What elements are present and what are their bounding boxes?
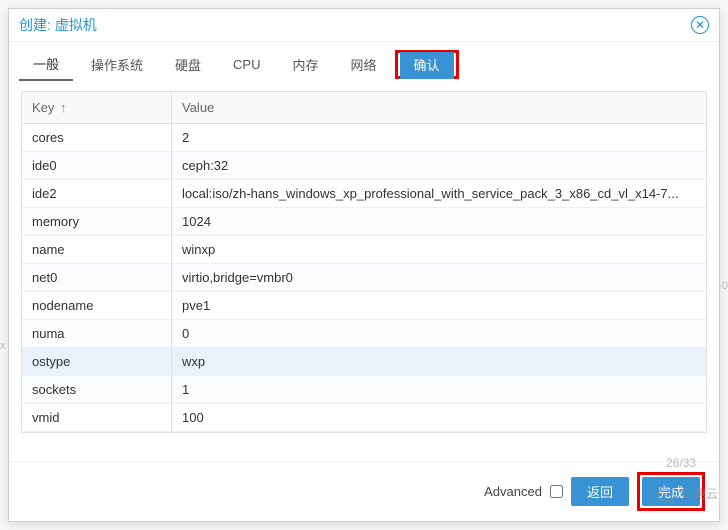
cell-key: nodename	[22, 292, 172, 319]
tab-network[interactable]: 网络	[337, 49, 391, 80]
back-button[interactable]: 返回	[571, 477, 629, 506]
cell-key: ostype	[22, 348, 172, 375]
summary-grid-wrapper: Key ↑ Value cores2ide0ceph:32ide2local:i…	[9, 81, 719, 461]
close-icon[interactable]: ✕	[691, 16, 709, 34]
cell-value: wxp	[172, 348, 706, 375]
page-indicator: 26/33	[666, 456, 696, 470]
table-row[interactable]: ide0ceph:32	[22, 152, 706, 180]
tab-memory[interactable]: 内存	[279, 49, 333, 80]
tab-general[interactable]: 一般	[19, 48, 73, 81]
grid-header-key-label: Key	[32, 100, 54, 115]
create-vm-modal: 创建: 虚拟机 ✕ 一般 操作系统 硬盘 CPU 内存 网络 确认 Key ↑ …	[8, 8, 720, 522]
modal-header: 创建: 虚拟机 ✕	[9, 9, 719, 42]
table-row[interactable]: memory1024	[22, 208, 706, 236]
cell-value: winxp	[172, 236, 706, 263]
finish-button[interactable]: 完成	[642, 477, 700, 506]
cell-value: 2	[172, 124, 706, 151]
modal-title: 创建: 虚拟机	[19, 15, 97, 35]
tab-confirm[interactable]: 确认	[400, 52, 454, 79]
table-row[interactable]: namewinxp	[22, 236, 706, 264]
summary-grid: Key ↑ Value cores2ide0ceph:32ide2local:i…	[21, 91, 707, 433]
cell-value: 100	[172, 404, 706, 431]
table-row[interactable]: ide2local:iso/zh-hans_windows_xp_profess…	[22, 180, 706, 208]
cell-key: ide0	[22, 152, 172, 179]
modal-footer: Advanced 返回 完成	[9, 461, 719, 521]
cell-key: net0	[22, 264, 172, 291]
cell-key: sockets	[22, 376, 172, 403]
cell-value: 1024	[172, 208, 706, 235]
cell-key: numa	[22, 320, 172, 347]
cell-key: name	[22, 236, 172, 263]
cell-key: memory	[22, 208, 172, 235]
table-row[interactable]: numa0	[22, 320, 706, 348]
cell-value: ceph:32	[172, 152, 706, 179]
table-row[interactable]: nodenamepve1	[22, 292, 706, 320]
table-row[interactable]: sockets1	[22, 376, 706, 404]
grid-header: Key ↑ Value	[22, 92, 706, 124]
cell-value: virtio,bridge=vmbr0	[172, 264, 706, 291]
cell-value: 0	[172, 320, 706, 347]
grid-header-key[interactable]: Key ↑	[22, 92, 172, 123]
table-row[interactable]: ostypewxp	[22, 348, 706, 376]
cell-value: pve1	[172, 292, 706, 319]
advanced-checkbox[interactable]	[550, 485, 563, 498]
tab-cpu[interactable]: CPU	[219, 51, 274, 78]
sort-ascending-icon: ↑	[60, 100, 67, 115]
tab-os[interactable]: 操作系统	[77, 49, 157, 80]
background-fragment-left: x	[0, 340, 6, 352]
grid-header-value[interactable]: Value	[172, 92, 706, 123]
cell-value: local:iso/zh-hans_windows_xp_professiona…	[172, 180, 706, 207]
cell-key: ide2	[22, 180, 172, 207]
grid-body: cores2ide0ceph:32ide2local:iso/zh-hans_w…	[22, 124, 706, 432]
finish-highlight-box: 完成	[637, 472, 705, 511]
table-row[interactable]: vmid100	[22, 404, 706, 432]
cell-key: vmid	[22, 404, 172, 431]
tab-disk[interactable]: 硬盘	[161, 49, 215, 80]
table-row[interactable]: net0virtio,bridge=vmbr0	[22, 264, 706, 292]
table-row[interactable]: cores2	[22, 124, 706, 152]
tab-confirm-highlight-box: 确认	[395, 50, 459, 79]
cell-value: 1	[172, 376, 706, 403]
cell-key: cores	[22, 124, 172, 151]
advanced-label: Advanced	[484, 484, 542, 499]
wizard-tabs: 一般 操作系统 硬盘 CPU 内存 网络 确认	[9, 42, 719, 81]
